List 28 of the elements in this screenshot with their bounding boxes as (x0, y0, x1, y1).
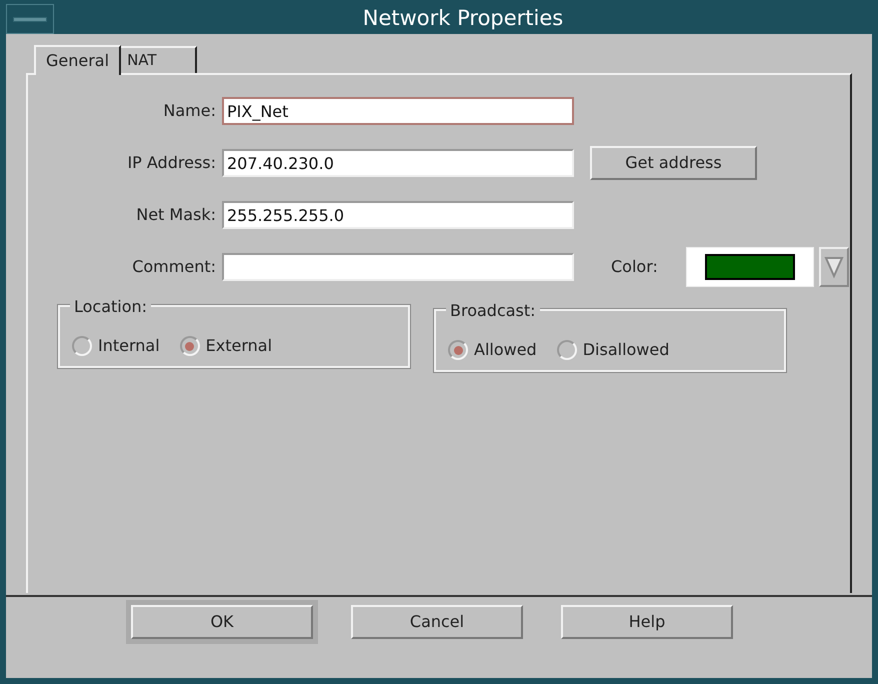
text-field[interactable]: PIX_Net (222, 97, 574, 125)
radio-button[interactable] (556, 340, 577, 360)
field-label: Comment: (131, 256, 217, 278)
window-title: Network Properties (362, 5, 564, 32)
dialog-button[interactable]: Help (561, 605, 733, 639)
text-field[interactable] (222, 253, 574, 281)
field-label: Name: (162, 100, 217, 122)
tab[interactable]: General (34, 45, 122, 75)
menu-bar-icon (13, 16, 47, 22)
dropdown-button[interactable] (819, 247, 849, 287)
radio-button[interactable] (72, 336, 92, 356)
radio-option[interactable]: Allowed (448, 338, 537, 362)
text-field[interactable]: 207.40.230.0 (222, 149, 574, 177)
dialog-button[interactable]: Cancel (351, 605, 523, 639)
get-address-button[interactable]: Get address (590, 146, 757, 180)
window-menu-button[interactable] (6, 4, 54, 34)
field-label: Net Mask: (135, 204, 217, 226)
radio-option[interactable]: Disallowed (556, 338, 670, 362)
triangle-down-icon (824, 255, 844, 279)
text-field[interactable]: 255.255.255.0 (222, 201, 574, 229)
radio-button[interactable] (180, 336, 200, 356)
color-field[interactable] (686, 247, 814, 287)
radio-option[interactable]: External (180, 334, 272, 358)
radio-option[interactable]: Internal (72, 334, 160, 358)
color-label: Color: (611, 256, 659, 278)
radio-button[interactable] (448, 340, 468, 360)
tab[interactable]: NAT (121, 46, 197, 73)
field-label: IP Address: (126, 152, 217, 174)
